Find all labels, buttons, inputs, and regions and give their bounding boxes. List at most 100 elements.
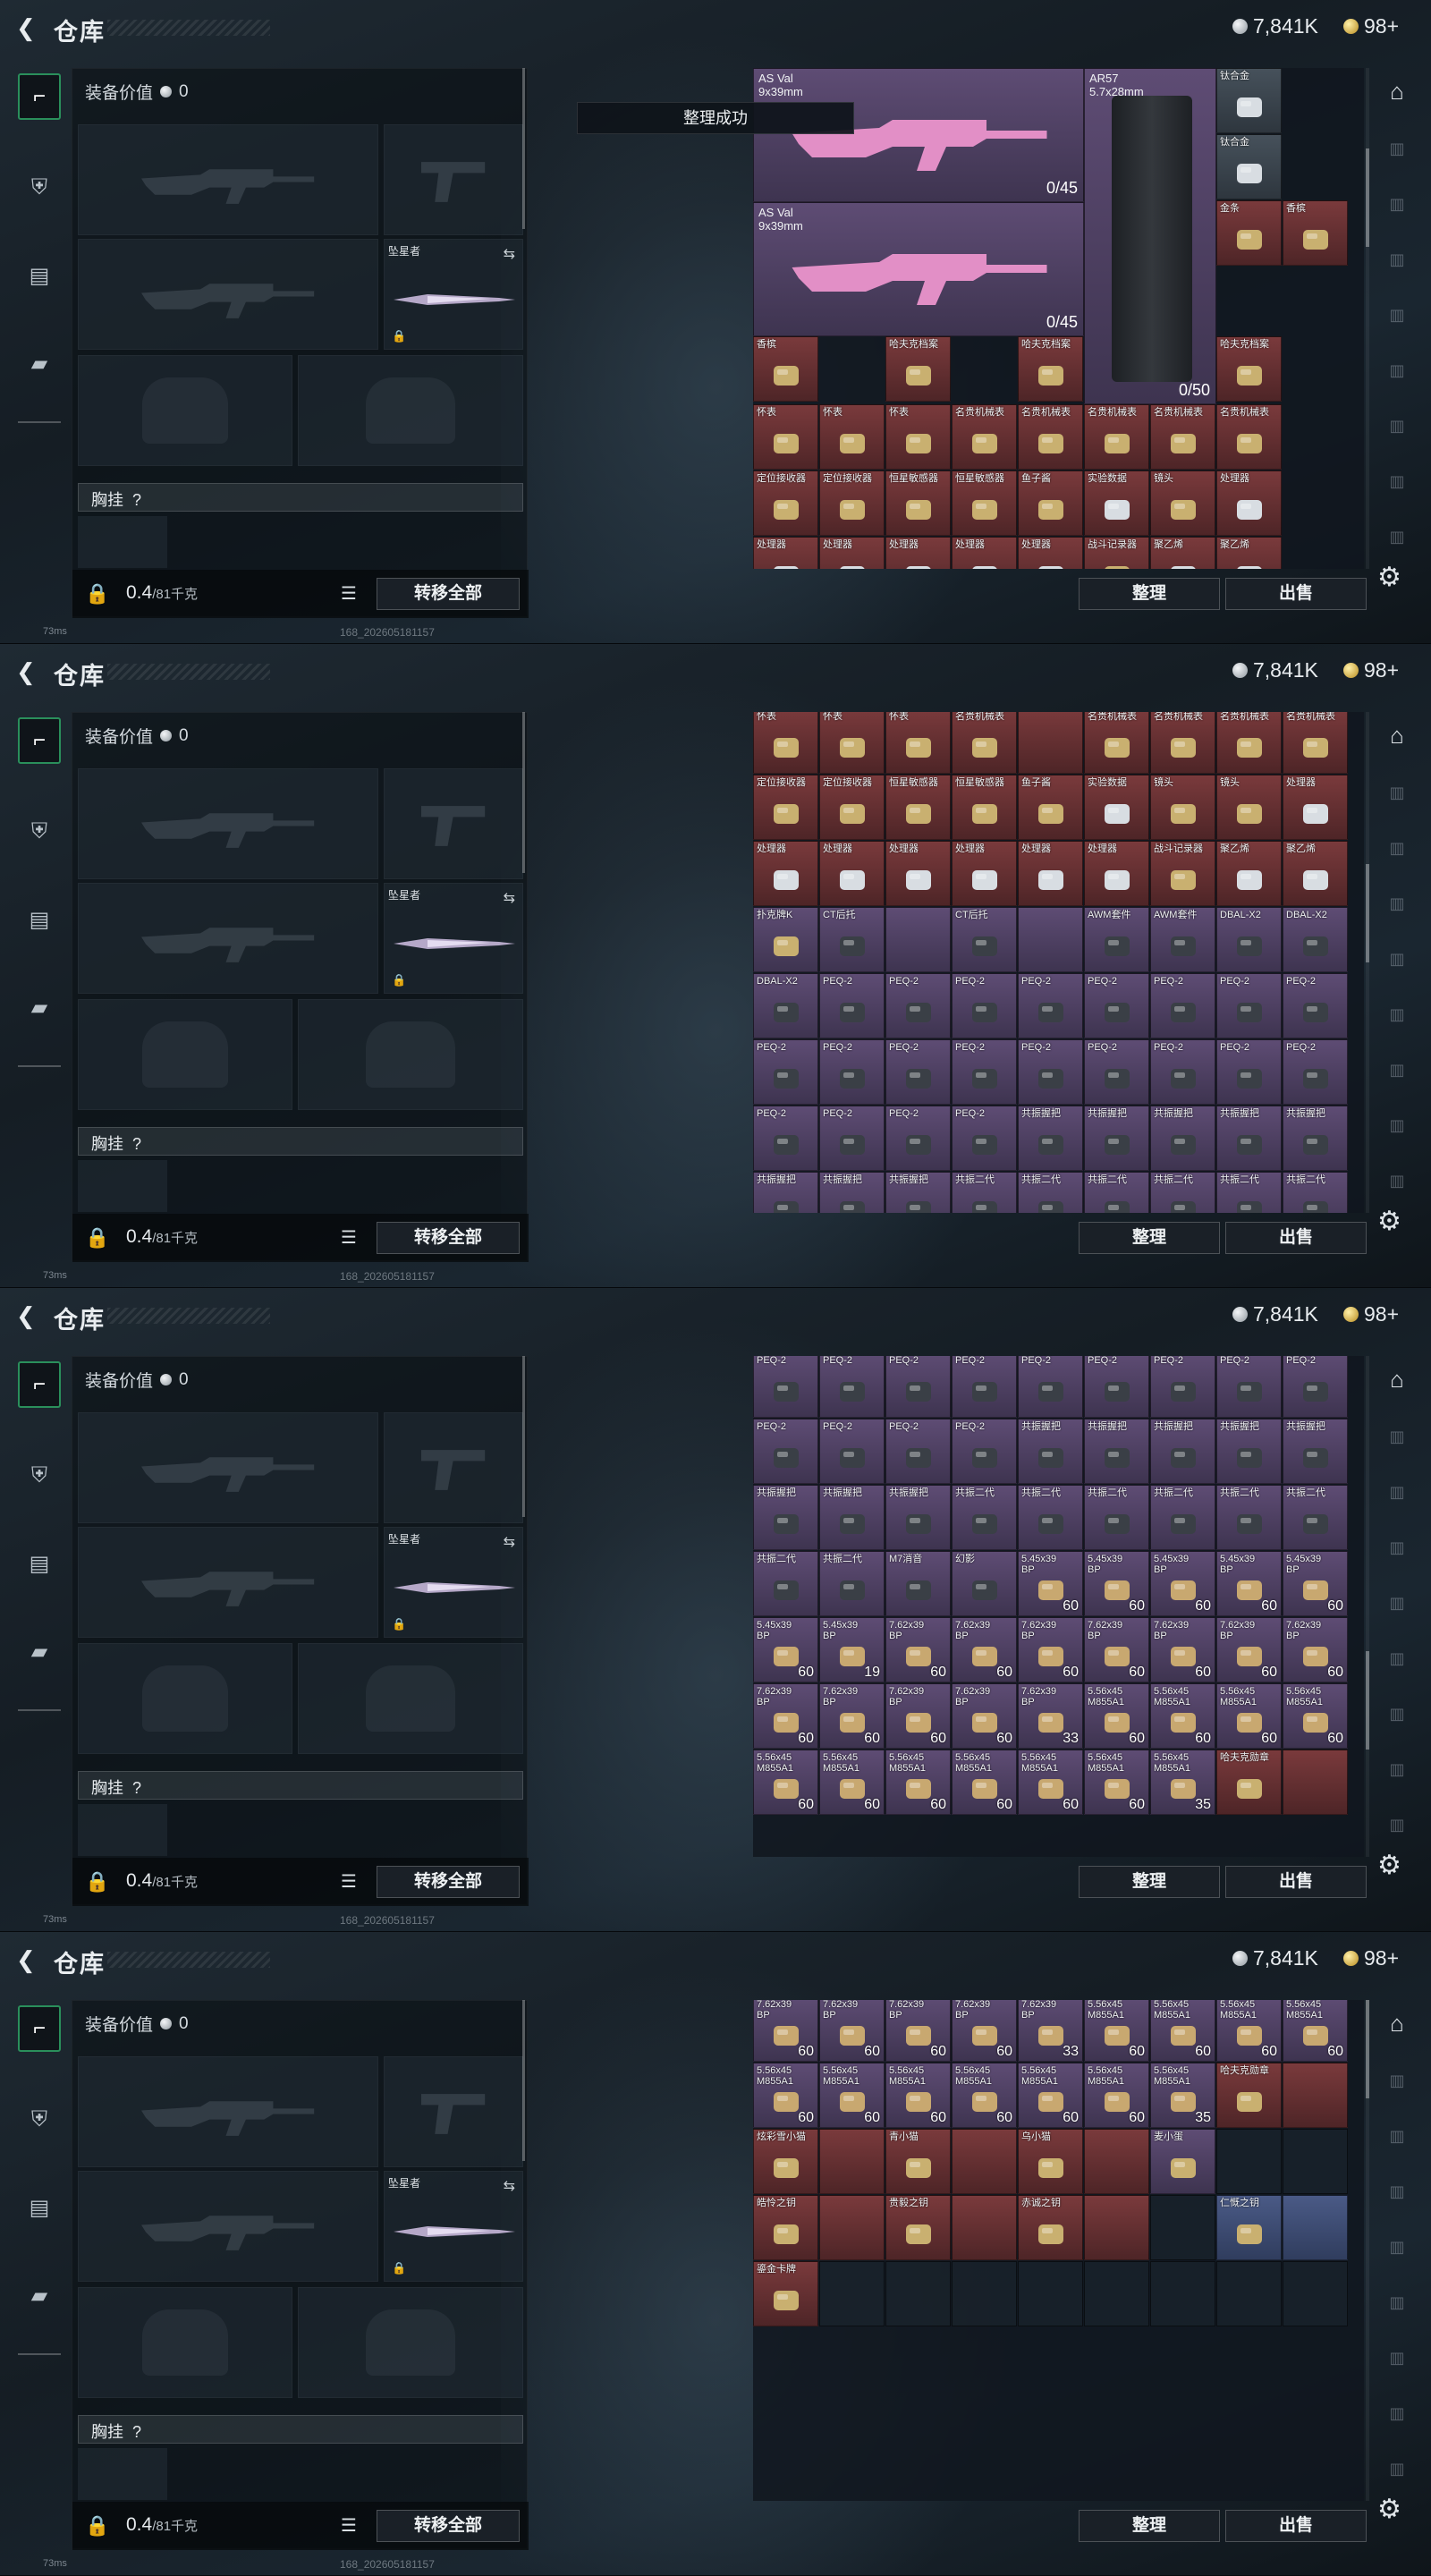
- storage-page-icon[interactable]: ▥: [1381, 2174, 1413, 2209]
- primary-weapon-slot-1[interactable]: [78, 768, 378, 879]
- gold-currency[interactable]: 98+: [1343, 658, 1399, 682]
- list-icon[interactable]: ☰: [341, 2514, 357, 2537]
- melee-slot[interactable]: 坠星者 ⇆ 🔒: [384, 883, 523, 994]
- weapon-ar57[interactable]: AR57 5.7x28mm 0/50: [1084, 68, 1216, 404]
- inventory-cell[interactable]: CT后托: [952, 907, 1017, 972]
- inventory-cell[interactable]: [1216, 2261, 1282, 2326]
- inventory-cell[interactable]: 定位接收器: [753, 775, 818, 840]
- storage-page-icon[interactable]: ▥: [1381, 941, 1413, 977]
- inventory-cell[interactable]: 镜头: [1216, 775, 1282, 840]
- primary-weapon-slot-2[interactable]: [78, 2171, 378, 2282]
- primary-weapon-slot-2[interactable]: [78, 239, 378, 350]
- storage-page-icon[interactable]: ▥: [1381, 297, 1413, 333]
- storage-page-icon[interactable]: ▥: [1381, 1107, 1413, 1143]
- inventory-scroll-thumb[interactable]: [1366, 1651, 1369, 1750]
- inventory-cell[interactable]: 共振握把: [1018, 1419, 1083, 1484]
- inventory-cell[interactable]: 5.56x45 M855A1 35: [1150, 2063, 1215, 2128]
- inventory-cell[interactable]: [1084, 2195, 1149, 2260]
- sell-button[interactable]: 出售: [1225, 1222, 1367, 1254]
- inventory-cell[interactable]: 共振二代: [1018, 1172, 1083, 1213]
- inventory-cell[interactable]: PEQ-2: [952, 1106, 1017, 1171]
- storage-page-icon[interactable]: ▥: [1381, 2340, 1413, 2376]
- inventory-cell[interactable]: [1018, 907, 1083, 972]
- inventory-cell[interactable]: 共振握把: [1216, 1419, 1282, 1484]
- inventory-cell[interactable]: 7.62x39 BP 60: [952, 2000, 1017, 2062]
- silver-currency[interactable]: 7,841K: [1232, 14, 1318, 38]
- inventory-cell[interactable]: PEQ-2: [1018, 1039, 1083, 1105]
- loadout-scrollbar[interactable]: [522, 1356, 525, 1517]
- sidebar-tab-backpack[interactable]: ▰: [18, 1628, 61, 1674]
- body-armor-slot[interactable]: [298, 2287, 523, 2398]
- inventory-cell[interactable]: 钛合金: [1216, 134, 1282, 199]
- loadout-scrollbar[interactable]: [522, 2000, 525, 2161]
- inventory-cell[interactable]: 战斗记录器: [1150, 841, 1215, 906]
- sidebar-tab-backpack[interactable]: ▰: [18, 340, 61, 386]
- inventory-cell[interactable]: 共振握把: [885, 1172, 951, 1213]
- storage-page-icon[interactable]: ▥: [1381, 2395, 1413, 2431]
- swap-icon[interactable]: ⇆: [504, 1533, 515, 1551]
- inventory-cell[interactable]: 共振握把: [753, 1172, 818, 1213]
- inventory-scroll-track[interactable]: [1366, 68, 1369, 569]
- inventory-cell[interactable]: 名贵机械表: [1084, 712, 1149, 774]
- body-armor-slot[interactable]: [298, 355, 523, 466]
- inventory-cell[interactable]: [885, 907, 951, 972]
- inventory-cell[interactable]: PEQ-2: [753, 1039, 818, 1105]
- inventory-cell[interactable]: 共振二代: [1084, 1485, 1149, 1550]
- inventory-cell[interactable]: 共振二代: [1216, 1172, 1282, 1213]
- settings-gear-icon[interactable]: ⚙: [1377, 2494, 1401, 2525]
- gold-currency[interactable]: 98+: [1343, 1946, 1399, 1970]
- storage-page-icon[interactable]: ▥: [1381, 775, 1413, 810]
- inventory-cell[interactable]: PEQ-2: [1084, 1356, 1149, 1418]
- inventory-cell[interactable]: 7.62x39 BP 60: [753, 2000, 818, 2062]
- sidebar-tab-armor[interactable]: ⛨: [18, 165, 61, 211]
- inventory-cell[interactable]: 怀表: [885, 712, 951, 774]
- storage-page-icon[interactable]: ▥: [1381, 2063, 1413, 2098]
- inventory-cell[interactable]: 恒星敏感器: [952, 775, 1017, 840]
- inventory-cell[interactable]: 名贵机械表: [1084, 404, 1149, 470]
- helmet-slot[interactable]: [78, 2287, 292, 2398]
- inventory-cell[interactable]: 幻影: [952, 1551, 1017, 1616]
- inventory-cell[interactable]: PEQ-2: [885, 1356, 951, 1418]
- swap-icon[interactable]: ⇆: [504, 889, 515, 907]
- inventory-cell[interactable]: 处理器: [753, 537, 818, 569]
- helmet-slot[interactable]: [78, 355, 292, 466]
- inventory-cell[interactable]: 7.62x39 BP 60: [1150, 1617, 1215, 1682]
- settings-gear-icon[interactable]: ⚙: [1377, 562, 1401, 593]
- inventory-cell[interactable]: 5.45x39 BP 19: [819, 1617, 885, 1682]
- inventory-cell[interactable]: 5.56x45 M855A1 60: [885, 2063, 951, 2128]
- inventory-cell[interactable]: PEQ-2: [819, 1356, 885, 1418]
- sidebar-tab-gun[interactable]: ⌐: [18, 2005, 61, 2052]
- primary-weapon-slot-1[interactable]: [78, 1412, 378, 1523]
- inventory-cell[interactable]: 怀表: [753, 712, 818, 774]
- primary-weapon-slot-1[interactable]: [78, 124, 378, 235]
- inventory-cell[interactable]: 扑克牌K: [753, 907, 818, 972]
- melee-slot[interactable]: 坠星者 ⇆ 🔒: [384, 239, 523, 350]
- weapon-as-val-2[interactable]: AS Val 9x39mm 0/45: [753, 202, 1084, 336]
- inventory-cell[interactable]: PEQ-2: [885, 1106, 951, 1171]
- inventory-cell[interactable]: PEQ-2: [1018, 1356, 1083, 1418]
- back-arrow-icon[interactable]: ❮: [16, 1948, 39, 1971]
- inventory-cell[interactable]: 名贵机械表: [1150, 712, 1215, 774]
- inventory-cell[interactable]: 钛合金: [1216, 68, 1282, 133]
- inventory-cell[interactable]: 7.62x39 BP 60: [1084, 1617, 1149, 1682]
- inventory-cell[interactable]: 定位接收器: [753, 470, 818, 536]
- inventory-cell[interactable]: 共振握把: [1283, 1419, 1348, 1484]
- list-icon[interactable]: ☰: [341, 1226, 357, 1249]
- inventory-cell[interactable]: [952, 2129, 1017, 2194]
- inventory-cell[interactable]: 5.56x45 M855A1 35: [1150, 1750, 1215, 1815]
- inventory-cell[interactable]: 乌小猫: [1018, 2129, 1083, 2194]
- inventory-cell[interactable]: 处理器: [1283, 775, 1348, 840]
- inventory-cell[interactable]: 5.56x45 M855A1 60: [1084, 2063, 1149, 2128]
- storage-page-icon[interactable]: ▥: [1381, 2451, 1413, 2487]
- inventory-cell[interactable]: 5.45x39 BP 60: [1018, 1551, 1083, 1616]
- storage-page-icon[interactable]: ▥: [1381, 886, 1413, 921]
- transfer-all-button[interactable]: 转移全部: [377, 2510, 520, 2542]
- inventory-cell[interactable]: [819, 2129, 885, 2194]
- melee-slot[interactable]: 坠星者 ⇆ 🔒: [384, 2171, 523, 2282]
- storage-page-icon[interactable]: ▥: [1381, 242, 1413, 277]
- inventory-cell[interactable]: DBAL-X2: [1283, 907, 1348, 972]
- transfer-all-button[interactable]: 转移全部: [377, 1866, 520, 1898]
- sidearm-slot[interactable]: [384, 124, 523, 235]
- inventory-cell[interactable]: 聚乙烯: [1216, 841, 1282, 906]
- inventory-cell[interactable]: 哈夫克勋章: [1216, 2063, 1282, 2128]
